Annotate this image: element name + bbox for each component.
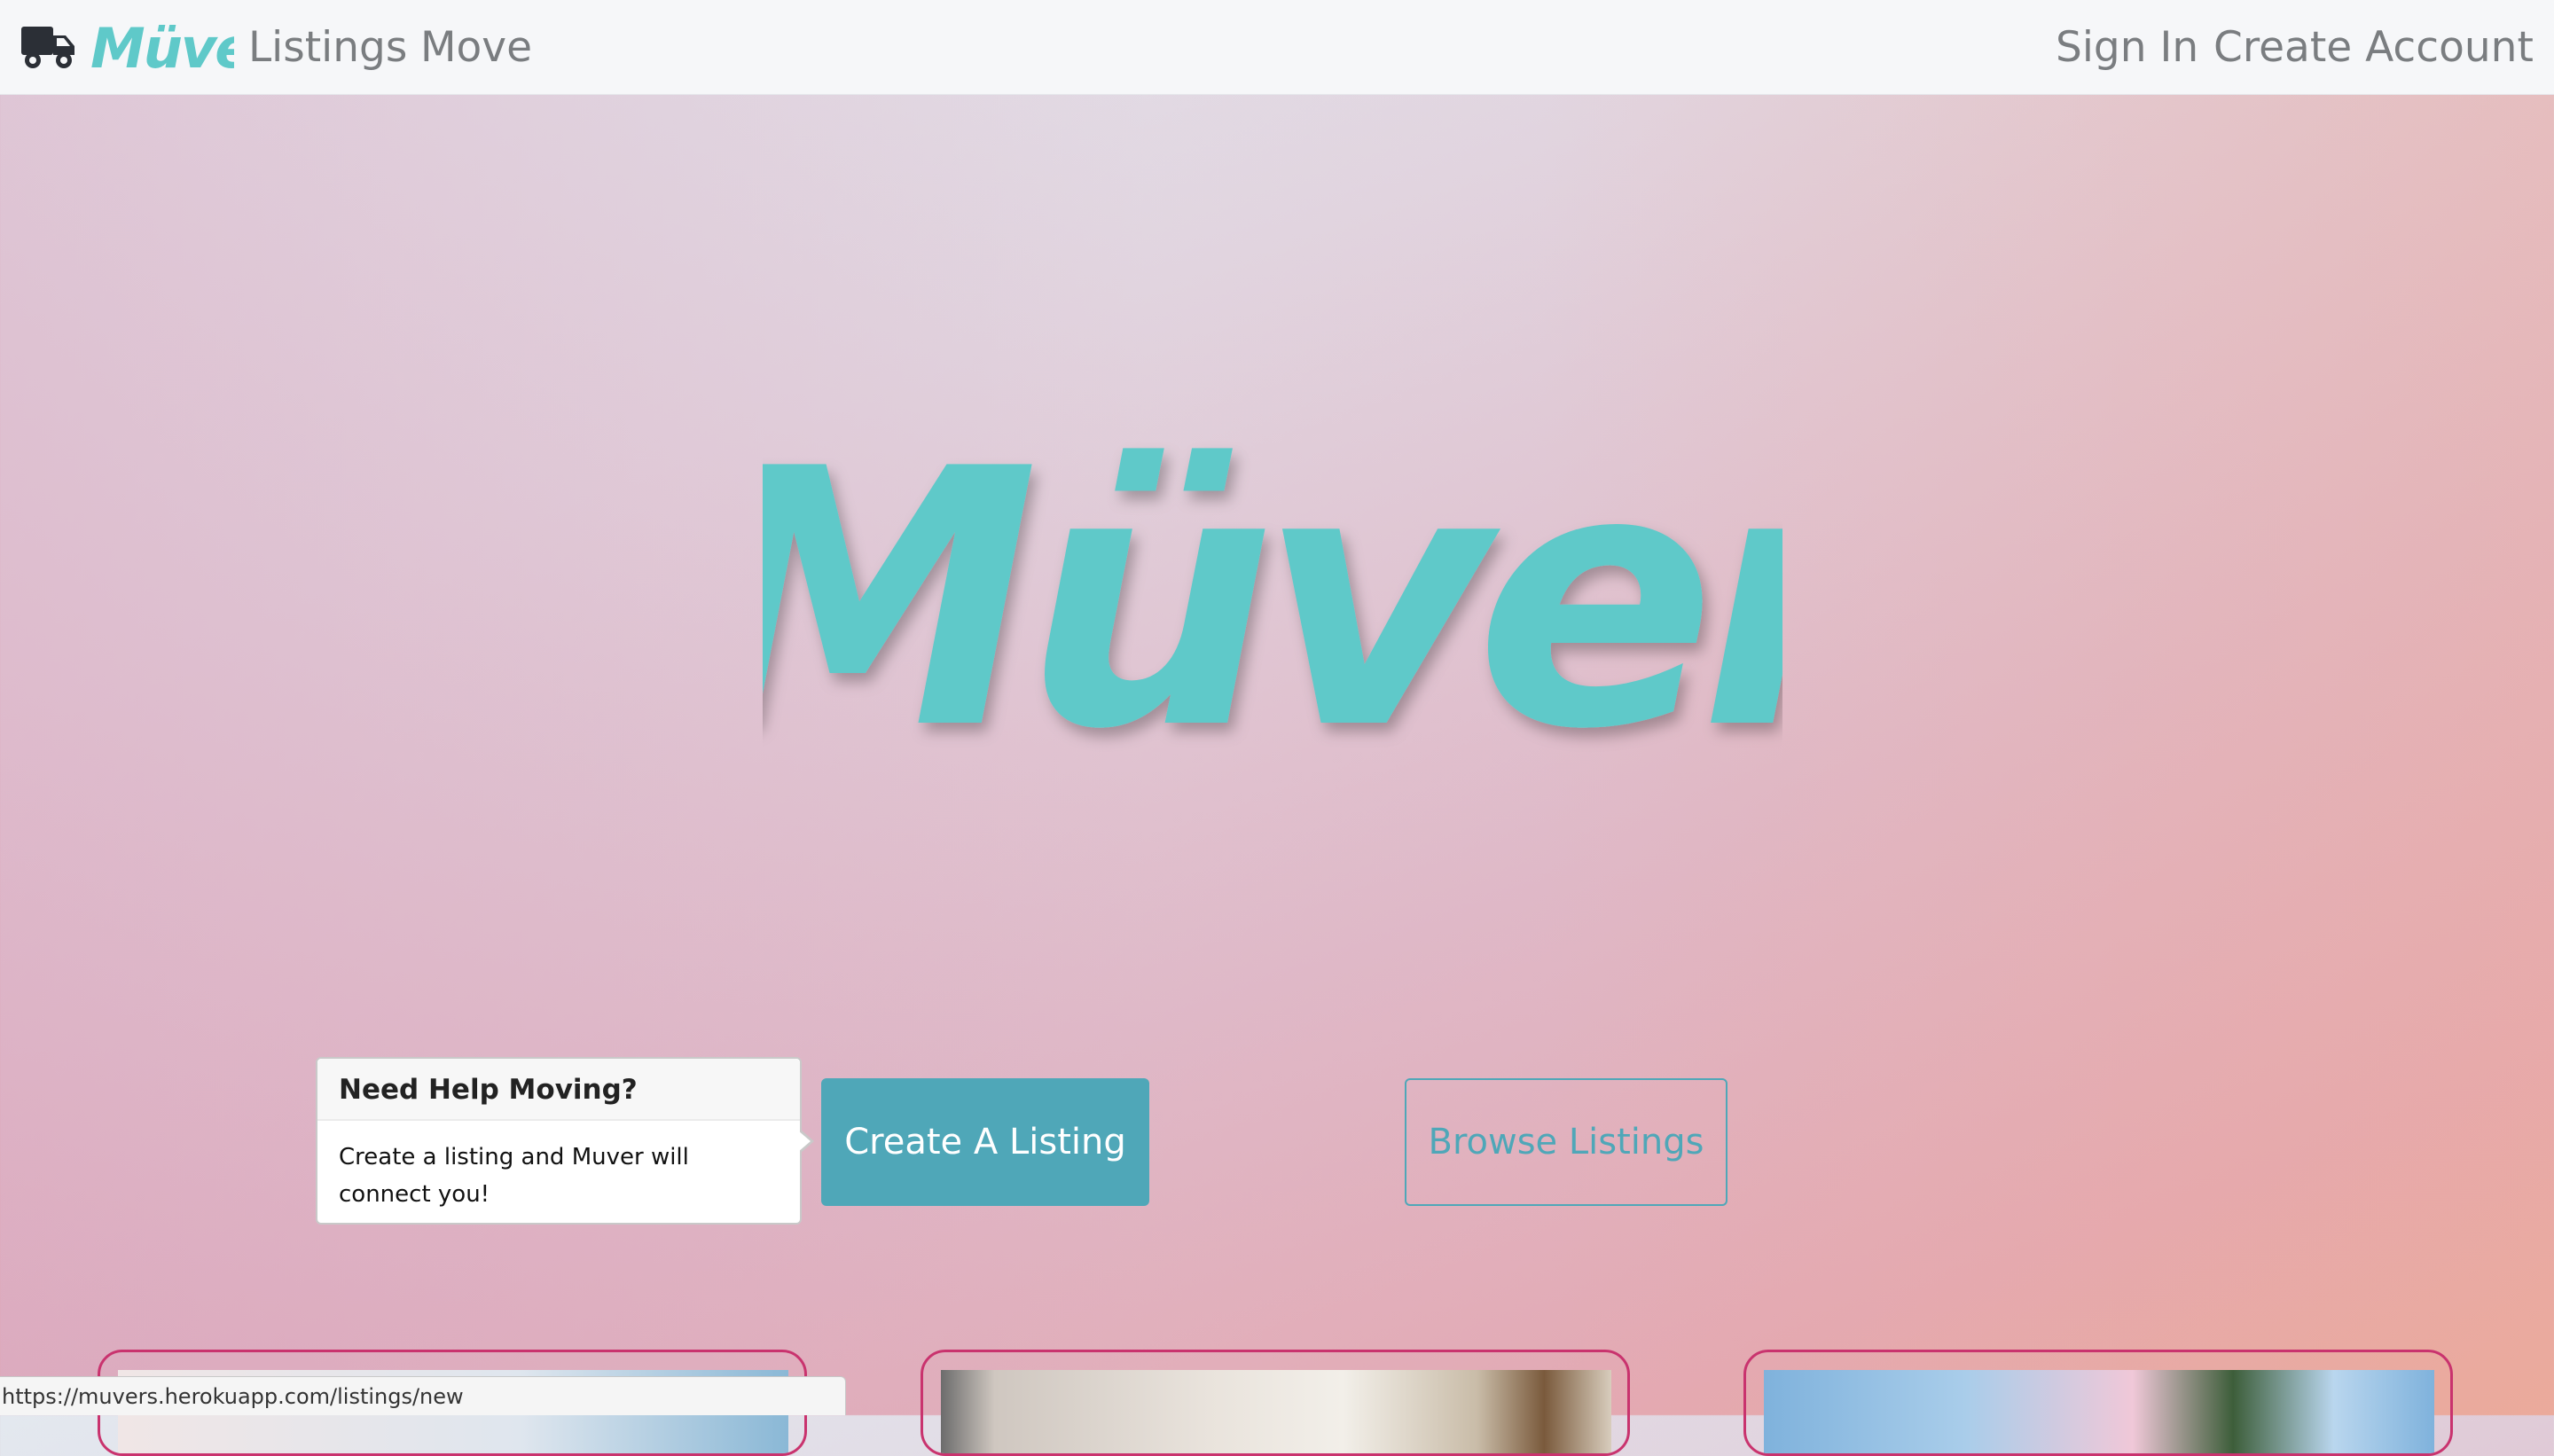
- nav-link-create-account[interactable]: Create Account: [2213, 21, 2534, 74]
- listing-image: [941, 1370, 1611, 1453]
- popover-body: Create a listing and Muver will connect …: [339, 1144, 689, 1208]
- browse-listings-button[interactable]: Browse Listings: [1405, 1078, 1727, 1206]
- popover-title: Need Help Moving?: [317, 1059, 800, 1121]
- nav-link-move[interactable]: Move: [420, 21, 532, 74]
- svg-text:Müver: Müver: [763, 417, 1782, 754]
- listing-image: [1764, 1370, 2434, 1453]
- help-popover: Need Help Moving? Create a listing and M…: [316, 1057, 802, 1225]
- hero-logo: Müver: [763, 417, 1782, 754]
- status-bar-url: https://muvers.herokuapp.com/listings/ne…: [0, 1376, 846, 1415]
- truck-icon[interactable]: [21, 23, 76, 71]
- create-listing-button[interactable]: Create A Listing: [821, 1078, 1149, 1206]
- nav-link-sign-in[interactable]: Sign In: [2056, 21, 2198, 74]
- brand-logo[interactable]: Müver: [89, 12, 234, 80]
- listing-card[interactable]: [921, 1350, 1630, 1456]
- navbar: Müver Listings Move Sign In Create Accou…: [0, 0, 2554, 95]
- svg-text:Müver: Müver: [90, 16, 234, 80]
- listing-card[interactable]: [1743, 1350, 2453, 1456]
- nav-link-listings[interactable]: Listings: [248, 21, 407, 74]
- popover-arrow-fill: [798, 1131, 811, 1152]
